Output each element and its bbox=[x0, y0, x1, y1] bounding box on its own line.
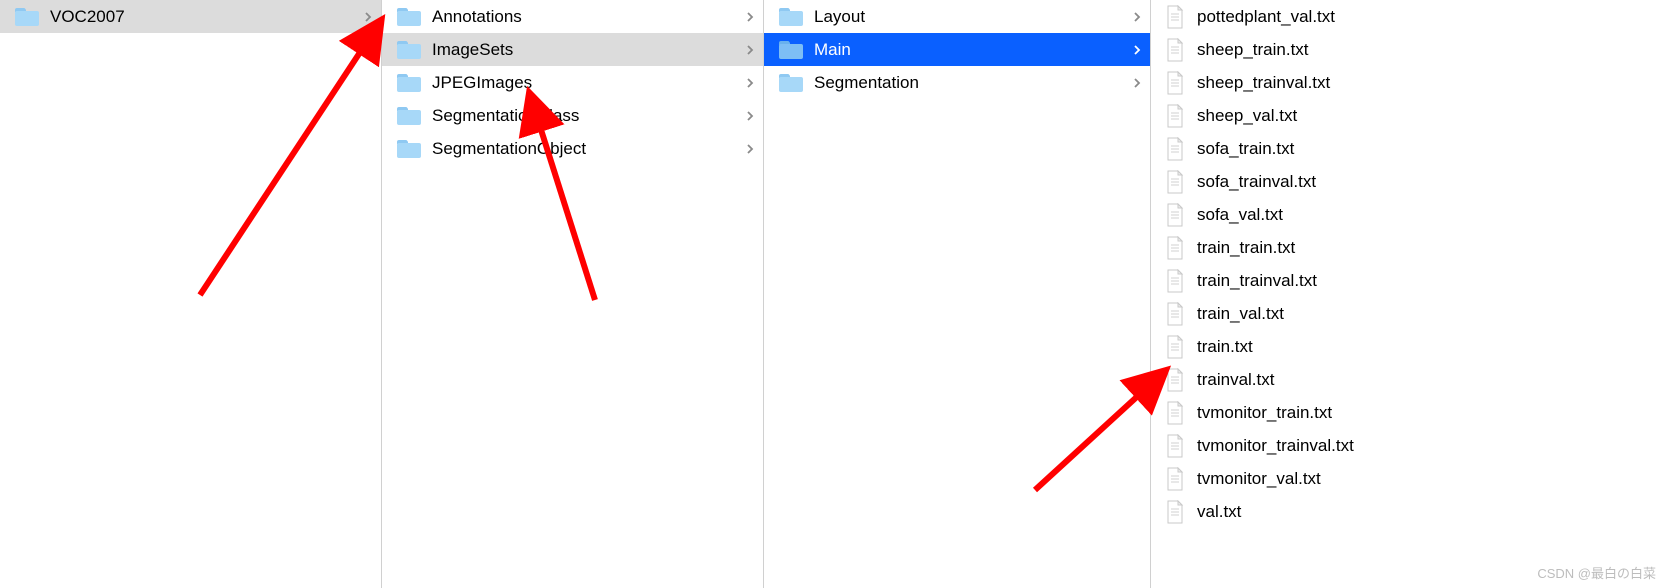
item-label: sheep_val.txt bbox=[1197, 106, 1660, 126]
item-label: sofa_val.txt bbox=[1197, 205, 1660, 225]
file-row[interactable]: tvmonitor_val.txt bbox=[1151, 462, 1668, 495]
item-label: SegmentationClass bbox=[432, 106, 741, 126]
item-label: train_trainval.txt bbox=[1197, 271, 1660, 291]
folder-icon bbox=[778, 40, 804, 60]
folder-icon bbox=[396, 73, 422, 93]
file-row[interactable]: sofa_trainval.txt bbox=[1151, 165, 1668, 198]
folder-icon bbox=[396, 7, 422, 27]
item-label: train.txt bbox=[1197, 337, 1660, 357]
finder-column-3[interactable]: Layout Main Segmentation bbox=[764, 0, 1151, 588]
file-icon bbox=[1165, 71, 1185, 95]
folder-row[interactable]: VOC2007 bbox=[0, 0, 381, 33]
folder-row[interactable]: Layout bbox=[764, 0, 1150, 33]
finder-column-view: VOC2007 Annotations ImageSets JPEGImages… bbox=[0, 0, 1668, 588]
chevron-right-icon bbox=[745, 78, 755, 88]
file-icon bbox=[1165, 38, 1185, 62]
item-label: val.txt bbox=[1197, 502, 1660, 522]
item-label: SegmentationObject bbox=[432, 139, 741, 159]
item-label: sheep_train.txt bbox=[1197, 40, 1660, 60]
item-label: trainval.txt bbox=[1197, 370, 1660, 390]
file-row[interactable]: train.txt bbox=[1151, 330, 1668, 363]
file-icon bbox=[1165, 5, 1185, 29]
file-row[interactable]: tvmonitor_train.txt bbox=[1151, 396, 1668, 429]
folder-row[interactable]: Main bbox=[764, 33, 1150, 66]
chevron-right-icon bbox=[1132, 45, 1142, 55]
file-row[interactable]: sheep_val.txt bbox=[1151, 99, 1668, 132]
folder-row[interactable]: SegmentationObject bbox=[382, 132, 763, 165]
item-label: Main bbox=[814, 40, 1128, 60]
item-label: sofa_train.txt bbox=[1197, 139, 1660, 159]
folder-icon bbox=[396, 106, 422, 126]
item-label: sheep_trainval.txt bbox=[1197, 73, 1660, 93]
folder-icon bbox=[778, 73, 804, 93]
finder-column-2[interactable]: Annotations ImageSets JPEGImages Segment… bbox=[382, 0, 764, 588]
chevron-right-icon bbox=[1132, 78, 1142, 88]
file-icon bbox=[1165, 434, 1185, 458]
file-row[interactable]: tvmonitor_trainval.txt bbox=[1151, 429, 1668, 462]
folder-row[interactable]: SegmentationClass bbox=[382, 99, 763, 132]
folder-icon bbox=[396, 40, 422, 60]
chevron-right-icon bbox=[363, 12, 373, 22]
file-icon bbox=[1165, 500, 1185, 524]
item-label: tvmonitor_val.txt bbox=[1197, 469, 1660, 489]
file-row[interactable]: train_val.txt bbox=[1151, 297, 1668, 330]
item-label: train_val.txt bbox=[1197, 304, 1660, 324]
file-icon bbox=[1165, 368, 1185, 392]
item-label: tvmonitor_train.txt bbox=[1197, 403, 1660, 423]
item-label: JPEGImages bbox=[432, 73, 741, 93]
file-row[interactable]: val.txt bbox=[1151, 495, 1668, 528]
folder-row[interactable]: Annotations bbox=[382, 0, 763, 33]
finder-column-4[interactable]: pottedplant_val.txt sheep_train.txt shee… bbox=[1151, 0, 1668, 588]
item-label: sofa_trainval.txt bbox=[1197, 172, 1660, 192]
file-icon bbox=[1165, 269, 1185, 293]
file-row[interactable]: train_trainval.txt bbox=[1151, 264, 1668, 297]
item-label: Segmentation bbox=[814, 73, 1128, 93]
file-icon bbox=[1165, 236, 1185, 260]
file-icon bbox=[1165, 335, 1185, 359]
folder-row[interactable]: Segmentation bbox=[764, 66, 1150, 99]
chevron-right-icon bbox=[745, 12, 755, 22]
folder-icon bbox=[396, 139, 422, 159]
item-label: Layout bbox=[814, 7, 1128, 27]
chevron-right-icon bbox=[745, 45, 755, 55]
file-icon bbox=[1165, 203, 1185, 227]
item-label: ImageSets bbox=[432, 40, 741, 60]
chevron-right-icon bbox=[745, 144, 755, 154]
item-label: tvmonitor_trainval.txt bbox=[1197, 436, 1660, 456]
file-row[interactable]: pottedplant_val.txt bbox=[1151, 0, 1668, 33]
item-label: Annotations bbox=[432, 7, 741, 27]
file-row[interactable]: sheep_train.txt bbox=[1151, 33, 1668, 66]
file-row[interactable]: sofa_val.txt bbox=[1151, 198, 1668, 231]
file-row[interactable]: trainval.txt bbox=[1151, 363, 1668, 396]
chevron-right-icon bbox=[1132, 12, 1142, 22]
folder-icon bbox=[14, 7, 40, 27]
file-icon bbox=[1165, 104, 1185, 128]
file-icon bbox=[1165, 137, 1185, 161]
folder-icon bbox=[778, 7, 804, 27]
file-icon bbox=[1165, 170, 1185, 194]
file-row[interactable]: sofa_train.txt bbox=[1151, 132, 1668, 165]
folder-row[interactable]: JPEGImages bbox=[382, 66, 763, 99]
file-icon bbox=[1165, 401, 1185, 425]
file-icon bbox=[1165, 467, 1185, 491]
file-icon bbox=[1165, 302, 1185, 326]
folder-row[interactable]: ImageSets bbox=[382, 33, 763, 66]
item-label: train_train.txt bbox=[1197, 238, 1660, 258]
chevron-right-icon bbox=[745, 111, 755, 121]
file-row[interactable]: sheep_trainval.txt bbox=[1151, 66, 1668, 99]
finder-column-1[interactable]: VOC2007 bbox=[0, 0, 382, 588]
file-row[interactable]: train_train.txt bbox=[1151, 231, 1668, 264]
item-label: VOC2007 bbox=[50, 7, 359, 27]
item-label: pottedplant_val.txt bbox=[1197, 7, 1660, 27]
